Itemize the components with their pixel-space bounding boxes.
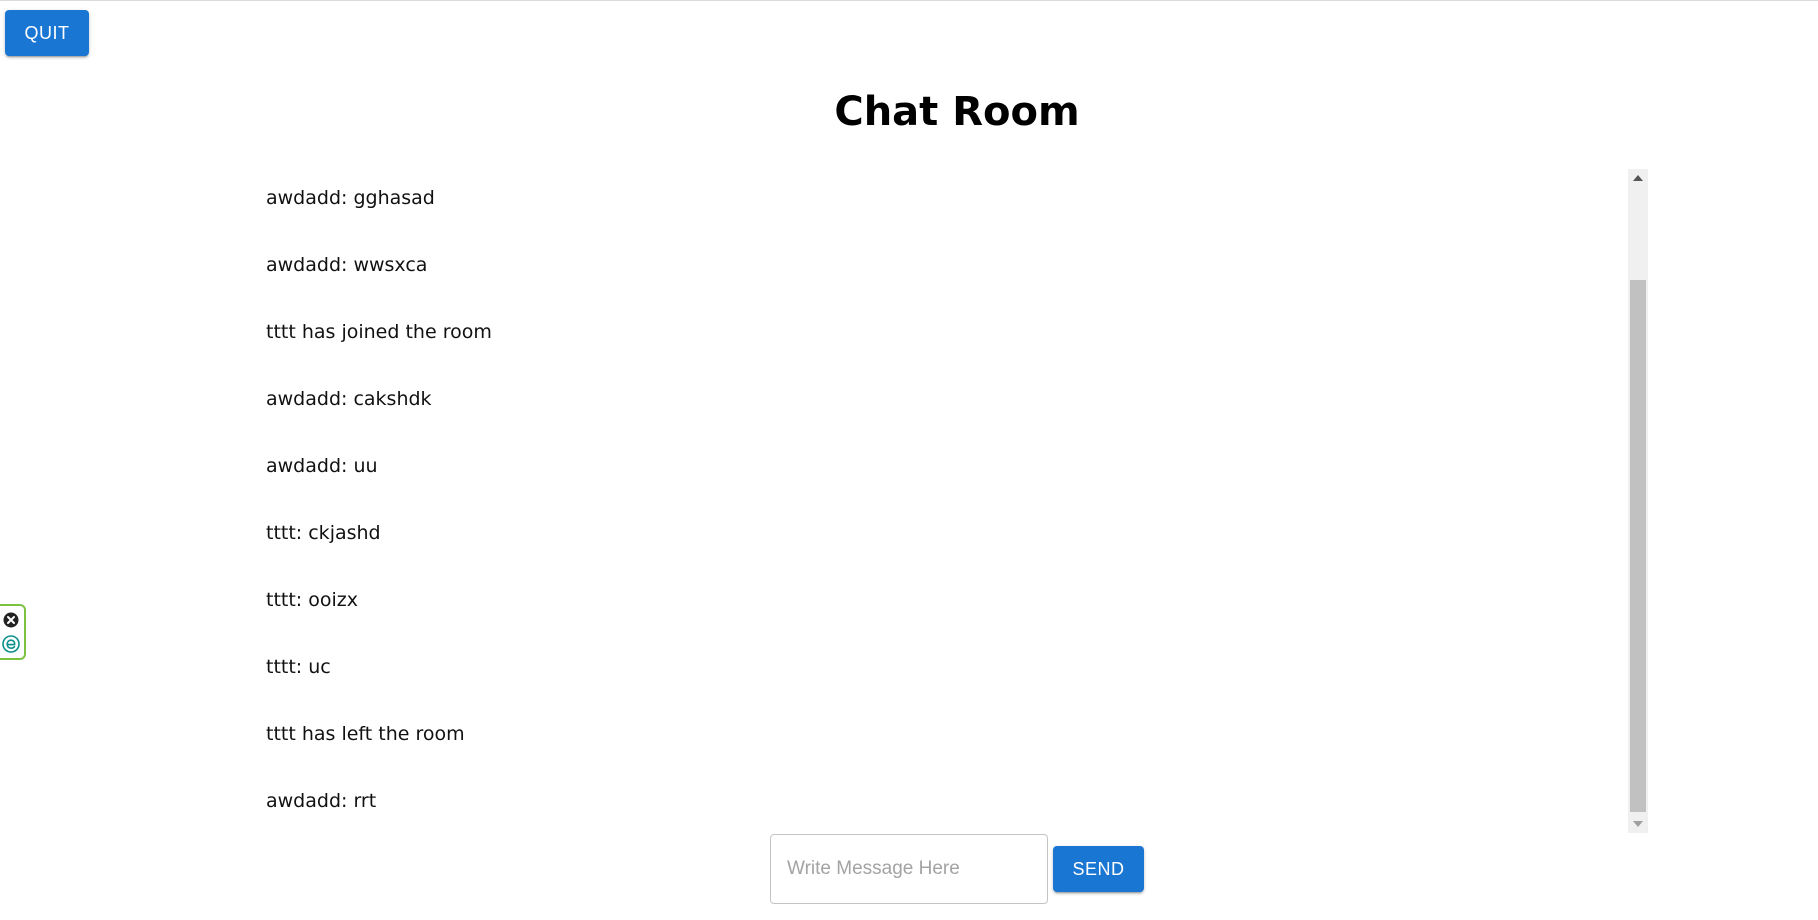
message-item: tttt: ckjashd [266, 522, 381, 544]
scroll-thumb[interactable] [1630, 280, 1646, 812]
chat-page: QUIT Chat Room awdadd: gghasad awdadd: w… [0, 0, 1818, 920]
close-circle-icon[interactable] [3, 612, 19, 628]
message-item: awdadd: wwsxca [266, 254, 428, 276]
page-title: Chat Room [834, 89, 1080, 135]
message-item: tttt: ooizx [266, 589, 358, 611]
message-item: tttt has joined the room [266, 321, 492, 343]
message-item: tttt: uc [266, 656, 331, 678]
message-composer: SEND [770, 834, 1144, 904]
message-list: awdadd: gghasad awdadd: wwsxca tttt has … [252, 169, 1628, 833]
send-button[interactable]: SEND [1053, 846, 1144, 892]
message-input[interactable] [770, 834, 1048, 904]
message-item: awdadd: rrt [266, 790, 377, 812]
message-item: awdadd: cakshdk [266, 388, 432, 410]
message-item: awdadd: gghasad [266, 187, 435, 209]
message-item: awdadd: uu [266, 455, 378, 477]
edge-e-icon[interactable] [2, 635, 20, 653]
scroll-down-arrow-icon[interactable] [1628, 815, 1648, 833]
scroll-up-arrow-icon[interactable] [1628, 169, 1648, 187]
message-item: tttt has left the room [266, 723, 465, 745]
quit-button[interactable]: QUIT [5, 10, 89, 56]
chat-log: awdadd: gghasad awdadd: wwsxca tttt has … [252, 169, 1648, 833]
extension-widget [0, 604, 26, 660]
chat-scrollbar[interactable] [1628, 169, 1648, 833]
